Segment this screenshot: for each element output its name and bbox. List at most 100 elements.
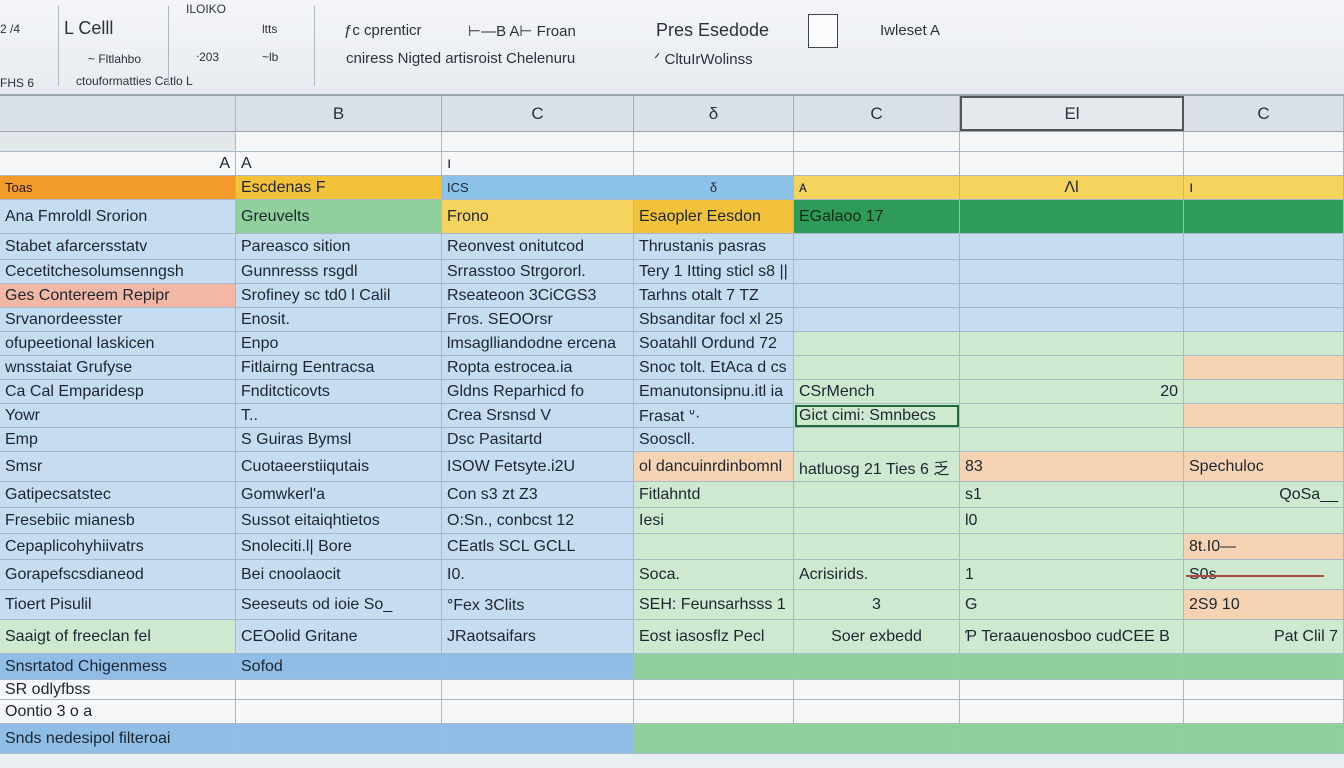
grid-cell[interactable] xyxy=(1184,356,1344,380)
grid-cell[interactable]: l0 xyxy=(960,508,1184,534)
grid-cell[interactable] xyxy=(794,284,960,308)
grid-cell[interactable]: Cuotaeerstiiqutais xyxy=(236,452,442,482)
grid-cell[interactable]: Reonvest onitutcod xyxy=(442,234,634,260)
grid-cell[interactable] xyxy=(960,234,1184,260)
grid-cell[interactable]: Gldns Reparhicd fo xyxy=(442,380,634,404)
grid-cell[interactable]: Frono xyxy=(442,200,634,234)
grid-cell[interactable] xyxy=(960,200,1184,234)
grid-cell[interactable]: δ xyxy=(634,176,794,200)
column-header-d[interactable]: δ xyxy=(634,96,794,131)
grid-cell[interactable]: Soatahll Ordund 72 xyxy=(634,332,794,356)
grid-cell[interactable]: ofupeetional laskicen xyxy=(0,332,236,356)
grid-cell[interactable] xyxy=(794,534,960,560)
grid-cell[interactable] xyxy=(960,284,1184,308)
grid-cell[interactable]: CSrMench xyxy=(794,380,960,404)
grid-cell[interactable]: Snoleciti.l| Bore xyxy=(236,534,442,560)
grid-cell[interactable]: 1 xyxy=(960,560,1184,590)
grid-cell[interactable]: I0. xyxy=(442,560,634,590)
grid-cell[interactable]: Sbsanditar focl xl 25 xyxy=(634,308,794,332)
grid-cell[interactable]: Soca. xyxy=(634,560,794,590)
ribbon-checkbox[interactable] xyxy=(808,14,838,48)
grid-cell[interactable]: Ca Cal Emparidesp xyxy=(0,380,236,404)
grid-cell[interactable]: Ropta estrocea.ia xyxy=(442,356,634,380)
grid-cell[interactable] xyxy=(236,724,442,754)
grid-cell[interactable]: hatluosg 21 Ties 6 乏 xyxy=(794,452,960,482)
grid-cell[interactable]: A xyxy=(0,152,236,176)
grid-cell[interactable]: Pareasco sition xyxy=(236,234,442,260)
grid-cell[interactable]: Oontio 3 o a xyxy=(0,700,236,724)
grid-cell[interactable] xyxy=(1184,234,1344,260)
ribbon-item[interactable]: ⊢—B A⊢ Froan xyxy=(468,22,576,40)
column-header-f[interactable]: El xyxy=(960,96,1184,131)
grid-cell[interactable]: Crea Srsnsd V xyxy=(442,404,634,428)
grid-cell[interactable]: S Guiras Bymsl xyxy=(236,428,442,452)
grid-cell[interactable] xyxy=(794,260,960,284)
grid-cell[interactable]: Srofiney sc td0 l Calil xyxy=(236,284,442,308)
grid-cell[interactable]: Soer exbedd xyxy=(794,620,960,654)
grid-cell[interactable] xyxy=(794,308,960,332)
grid-cell[interactable]: s1 xyxy=(960,482,1184,508)
grid-cell[interactable] xyxy=(794,482,960,508)
grid-cell[interactable]: Eost iasosflz Pecl xyxy=(634,620,794,654)
ribbon-item[interactable]: Pres Esedode xyxy=(656,20,769,41)
grid-cell[interactable] xyxy=(634,654,794,680)
grid-cell[interactable] xyxy=(794,654,960,680)
grid-cell[interactable] xyxy=(442,700,634,724)
grid-cell[interactable] xyxy=(1184,700,1344,724)
grid-cell[interactable] xyxy=(634,724,794,754)
grid-cell[interactable]: Thrustanis pasras xyxy=(634,234,794,260)
grid-cell[interactable]: SR odlyfbss xyxy=(0,680,236,700)
grid-cell[interactable] xyxy=(1184,200,1344,234)
grid-cell[interactable] xyxy=(960,404,1184,428)
grid-cell[interactable]: Rseateoon 3CiCGS3 xyxy=(442,284,634,308)
grid-cell[interactable] xyxy=(236,132,442,152)
grid-cell[interactable]: Greuvelts xyxy=(236,200,442,234)
grid-cell[interactable]: Con s3 zt Z3 xyxy=(442,482,634,508)
grid-cell[interactable] xyxy=(960,332,1184,356)
grid-cell[interactable]: Fros. SEOOrsr xyxy=(442,308,634,332)
grid-cell[interactable]: Λl xyxy=(960,176,1184,200)
grid-cell[interactable]: Stabet afarcersstatv xyxy=(0,234,236,260)
grid-cell[interactable]: Yowr xyxy=(0,404,236,428)
grid-cell[interactable] xyxy=(794,724,960,754)
ribbon-item[interactable]: Iwleset A xyxy=(880,22,940,39)
grid-cell[interactable]: Ges Contereem Repipr xyxy=(0,284,236,308)
grid-cell[interactable]: Fresebiic mianesb xyxy=(0,508,236,534)
ribbon-item[interactable]: ~lb xyxy=(262,50,278,64)
grid-cell[interactable]: Ƥ Teraauenosboo cudCEE B xyxy=(960,620,1184,654)
grid-cell[interactable]: Gict cimi: Smnbecs xyxy=(794,404,960,428)
grid-cell[interactable] xyxy=(1184,380,1344,404)
grid-cell[interactable]: Cecetitchesolumsenngsh xyxy=(0,260,236,284)
grid-cell[interactable]: Snds nedesipol filteroai xyxy=(0,724,236,754)
conditional-format-button[interactable]: ctouformatties Catlo L xyxy=(76,74,193,88)
grid-cell[interactable]: Pat Clil 7 xyxy=(1184,620,1344,654)
grid-cell[interactable] xyxy=(1184,260,1344,284)
grid-cell[interactable]: EGalaoo 17 xyxy=(794,200,960,234)
grid-cell[interactable]: Saaigt of freeclan fel xyxy=(0,620,236,654)
grid-cell[interactable] xyxy=(960,534,1184,560)
grid-cell[interactable] xyxy=(442,132,634,152)
grid-cell[interactable] xyxy=(960,260,1184,284)
grid-cell[interactable]: Gorapefscsdianeod xyxy=(0,560,236,590)
grid-cell[interactable] xyxy=(0,132,236,152)
grid-cell[interactable] xyxy=(794,234,960,260)
grid-cell[interactable]: ISOW Fetsyte.i2U xyxy=(442,452,634,482)
grid-cell[interactable] xyxy=(1184,132,1344,152)
grid-cell[interactable] xyxy=(960,700,1184,724)
grid-cell[interactable]: Enpo xyxy=(236,332,442,356)
grid-cell[interactable] xyxy=(794,508,960,534)
grid-cell[interactable]: Toas xyxy=(0,176,236,200)
grid-cell[interactable] xyxy=(794,700,960,724)
grid-cell[interactable] xyxy=(1184,508,1344,534)
grid-cell[interactable] xyxy=(1184,332,1344,356)
grid-cell[interactable]: T.. xyxy=(236,404,442,428)
grid-cell[interactable] xyxy=(1184,654,1344,680)
grid-cell[interactable] xyxy=(960,308,1184,332)
grid-cell[interactable]: Srvanordeesster xyxy=(0,308,236,332)
grid-cell[interactable]: SEH: Feunsarhsss 1 xyxy=(634,590,794,620)
grid-cell[interactable]: Cepaplicohyhiivatrs xyxy=(0,534,236,560)
grid-cell[interactable]: ol dancuinrdinbomnl xyxy=(634,452,794,482)
grid-cell[interactable]: ICS xyxy=(442,176,634,200)
grid-cell[interactable] xyxy=(634,152,794,176)
grid-cell[interactable]: Tioert Pisulil xyxy=(0,590,236,620)
